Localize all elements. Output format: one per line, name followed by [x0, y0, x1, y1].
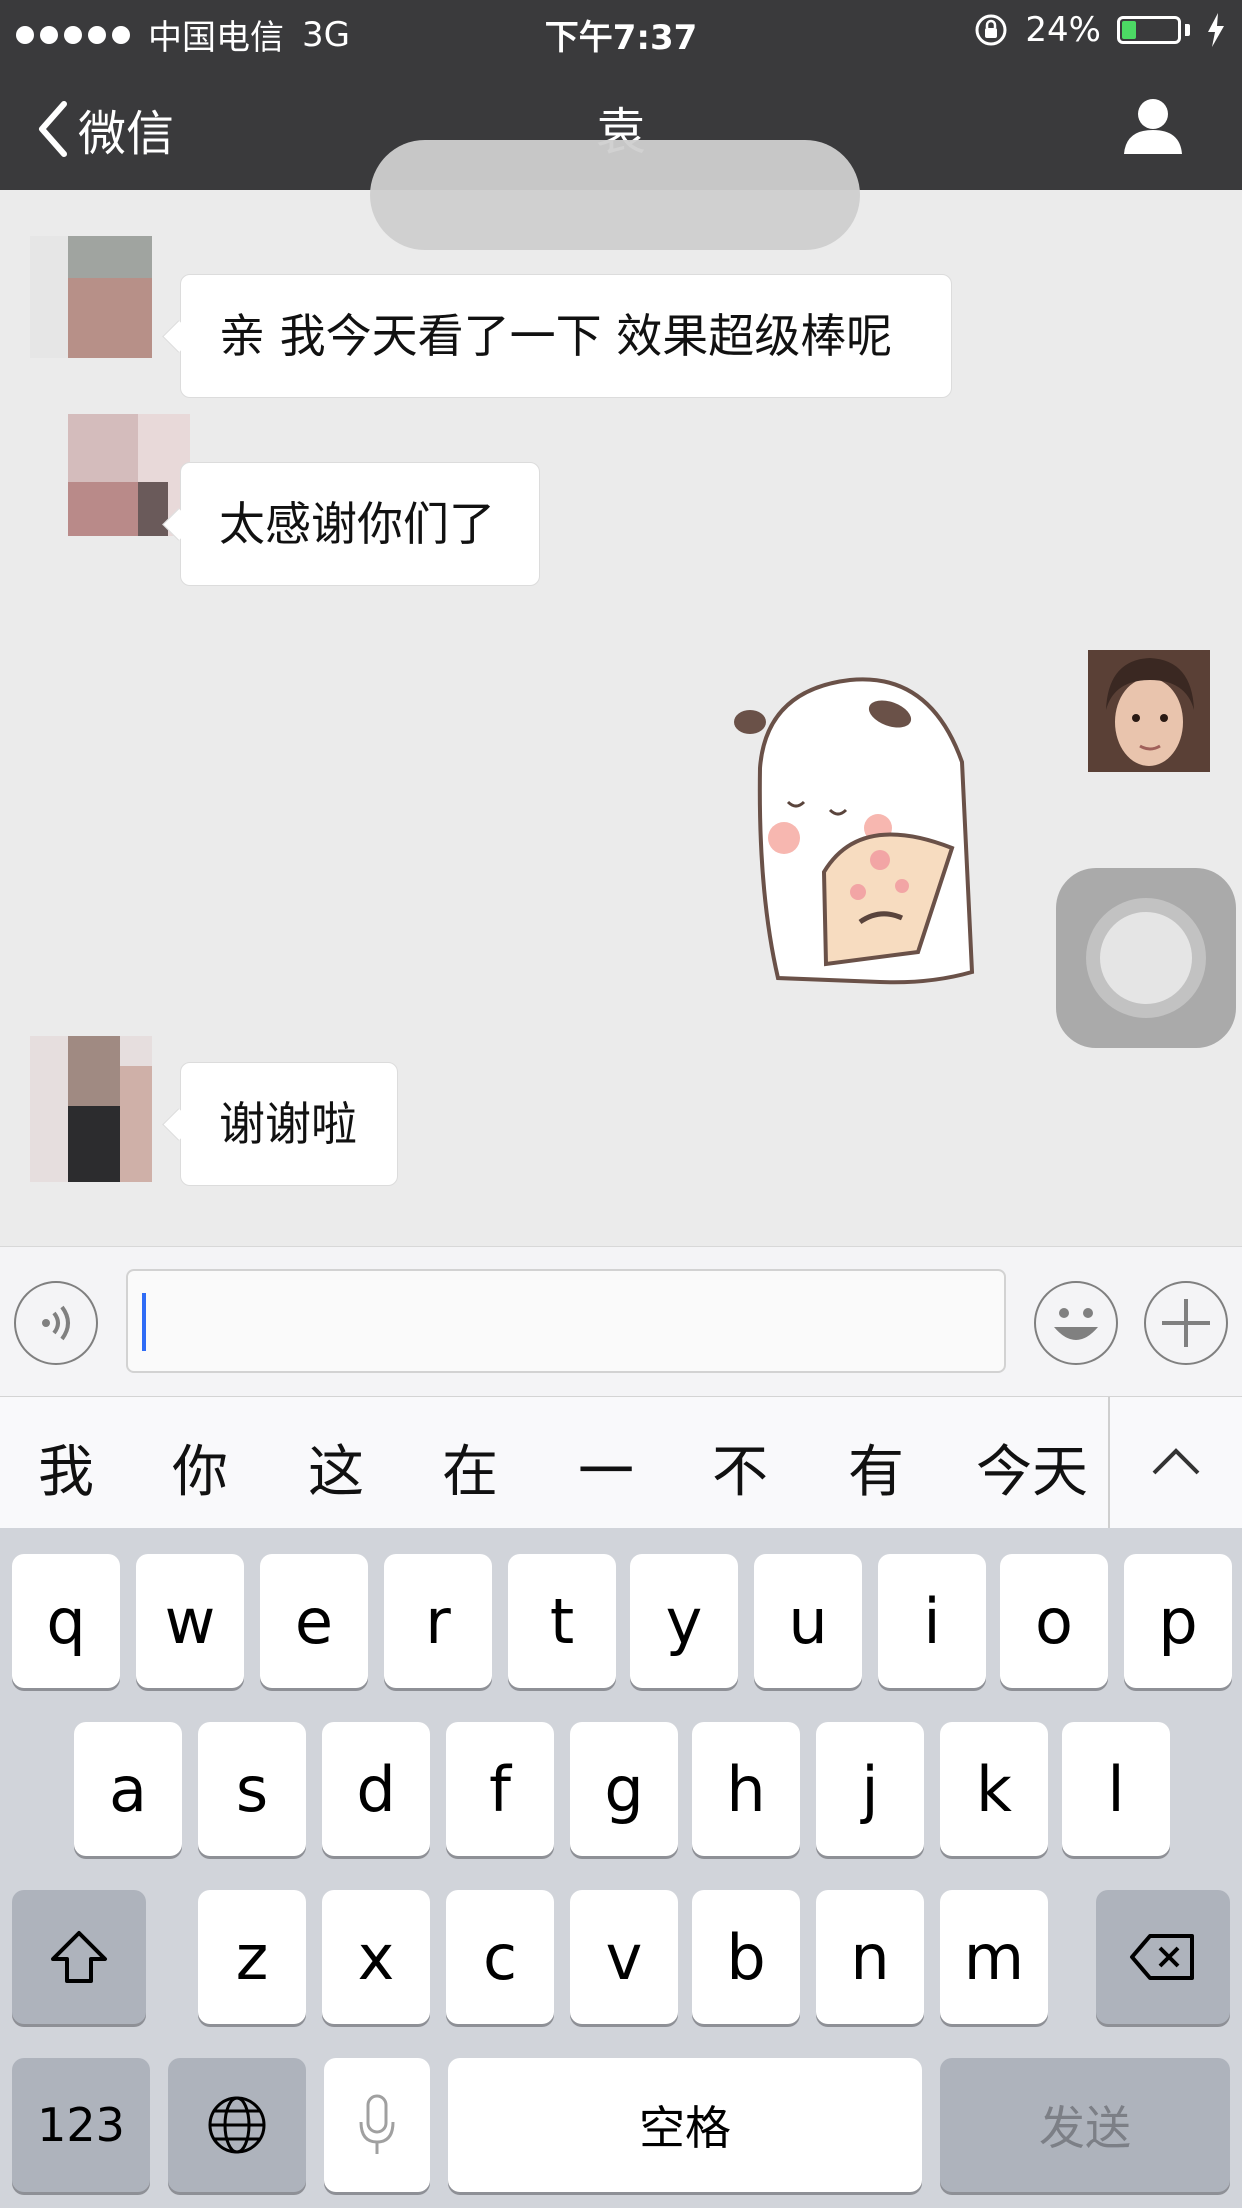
key-z[interactable]: z — [198, 1890, 306, 2024]
key-q[interactable]: q — [12, 1554, 120, 1688]
emoji-icon — [1054, 1308, 1098, 1340]
key-i[interactable]: i — [878, 1554, 986, 1688]
avatar-mosaic — [30, 236, 152, 358]
microphone-icon — [359, 2094, 395, 2154]
send-key[interactable]: 发送 — [940, 2058, 1230, 2192]
key-b[interactable]: b — [692, 1890, 800, 2024]
globe-key[interactable] — [168, 2058, 306, 2192]
key-a[interactable]: a — [74, 1722, 182, 1856]
space-key-label: 空格 — [639, 2101, 731, 2155]
contact-avatar[interactable] — [30, 236, 152, 358]
rotation-lock-icon — [975, 14, 1007, 46]
backspace-key[interactable] — [1096, 1890, 1230, 2024]
battery-percent: 24% — [1025, 10, 1101, 50]
key-u[interactable]: u — [754, 1554, 862, 1688]
my-avatar-photo — [1088, 650, 1210, 772]
message-bubble-3[interactable]: 谢谢啦 — [180, 1062, 398, 1186]
key-m[interactable]: m — [940, 1890, 1048, 2024]
key-l[interactable]: l — [1062, 1722, 1170, 1856]
key-r[interactable]: r — [384, 1554, 492, 1688]
text-caret — [142, 1293, 146, 1351]
shift-key[interactable] — [12, 1890, 146, 2024]
profile-icon[interactable] — [1120, 96, 1186, 156]
globe-icon — [208, 2096, 266, 2154]
numbers-key[interactable]: 123 — [12, 2058, 150, 2192]
candidate-bar: 我 你 这 在 一 不 有 今天 — [0, 1396, 1242, 1530]
key-h[interactable]: h — [692, 1722, 800, 1856]
emoji-button[interactable] — [1034, 1281, 1118, 1365]
chevron-up-icon[interactable] — [1110, 1397, 1242, 1529]
candidate-6[interactable]: 有 — [848, 1427, 904, 1508]
battery-nub — [1185, 24, 1190, 36]
candidate-1[interactable]: 你 — [172, 1427, 228, 1508]
key-f[interactable]: f — [446, 1722, 554, 1856]
status-bar: 中国电信 3G 下午7:37 24% — [0, 0, 1242, 60]
title-redaction-blur — [370, 140, 860, 250]
key-g[interactable]: g — [570, 1722, 678, 1856]
avatar-mosaic — [30, 1036, 152, 1182]
numbers-key-label: 123 — [37, 2098, 125, 2152]
voice-icon — [42, 1305, 70, 1341]
message-input[interactable] — [126, 1269, 1006, 1373]
voice-button[interactable] — [14, 1281, 98, 1365]
assistive-touch-button[interactable] — [1056, 868, 1236, 1048]
keyboard: q w e r t y u i o p a s d f g h j k l z … — [0, 1528, 1242, 2208]
charging-bolt-icon — [1208, 13, 1224, 47]
space-key[interactable]: 空格 — [448, 2058, 922, 2192]
candidate-0[interactable]: 我 — [38, 1427, 94, 1508]
plus-icon — [1162, 1299, 1210, 1347]
key-o[interactable]: o — [1000, 1554, 1108, 1688]
candidate-2[interactable]: 这 — [308, 1427, 364, 1508]
my-avatar[interactable] — [1088, 650, 1210, 772]
key-y[interactable]: y — [630, 1554, 738, 1688]
send-key-label: 发送 — [1039, 2101, 1131, 2155]
battery-icon — [1117, 16, 1181, 44]
status-right: 24% — [973, 10, 1226, 50]
contact-avatar[interactable] — [30, 1036, 152, 1182]
candidate-3[interactable]: 在 — [442, 1427, 498, 1508]
microphone-key[interactable] — [324, 2058, 430, 2192]
panda-fan-sticker[interactable] — [730, 672, 1002, 992]
key-x[interactable]: x — [322, 1890, 430, 2024]
key-n[interactable]: n — [816, 1890, 924, 2024]
key-s[interactable]: s — [198, 1722, 306, 1856]
key-d[interactable]: d — [322, 1722, 430, 1856]
candidate-5[interactable]: 不 — [712, 1427, 768, 1508]
key-e[interactable]: e — [260, 1554, 368, 1688]
candidate-7[interactable]: 今天 — [976, 1427, 1088, 1508]
key-k[interactable]: k — [940, 1722, 1048, 1856]
key-t[interactable]: t — [508, 1554, 616, 1688]
input-bar — [0, 1246, 1242, 1397]
candidate-4[interactable]: 一 — [578, 1427, 634, 1508]
key-j[interactable]: j — [816, 1722, 924, 1856]
key-p[interactable]: p — [1124, 1554, 1232, 1688]
message-bubble-2[interactable]: 太感谢你们了 — [180, 462, 540, 586]
more-button[interactable] — [1144, 1281, 1228, 1365]
key-v[interactable]: v — [570, 1890, 678, 2024]
key-w[interactable]: w — [136, 1554, 244, 1688]
shift-icon — [51, 1931, 107, 1983]
message-bubble-1[interactable]: 亲 我今天看了一下 效果超级棒呢 — [180, 274, 952, 398]
key-c[interactable]: c — [446, 1890, 554, 2024]
backspace-icon — [1130, 1934, 1194, 1980]
